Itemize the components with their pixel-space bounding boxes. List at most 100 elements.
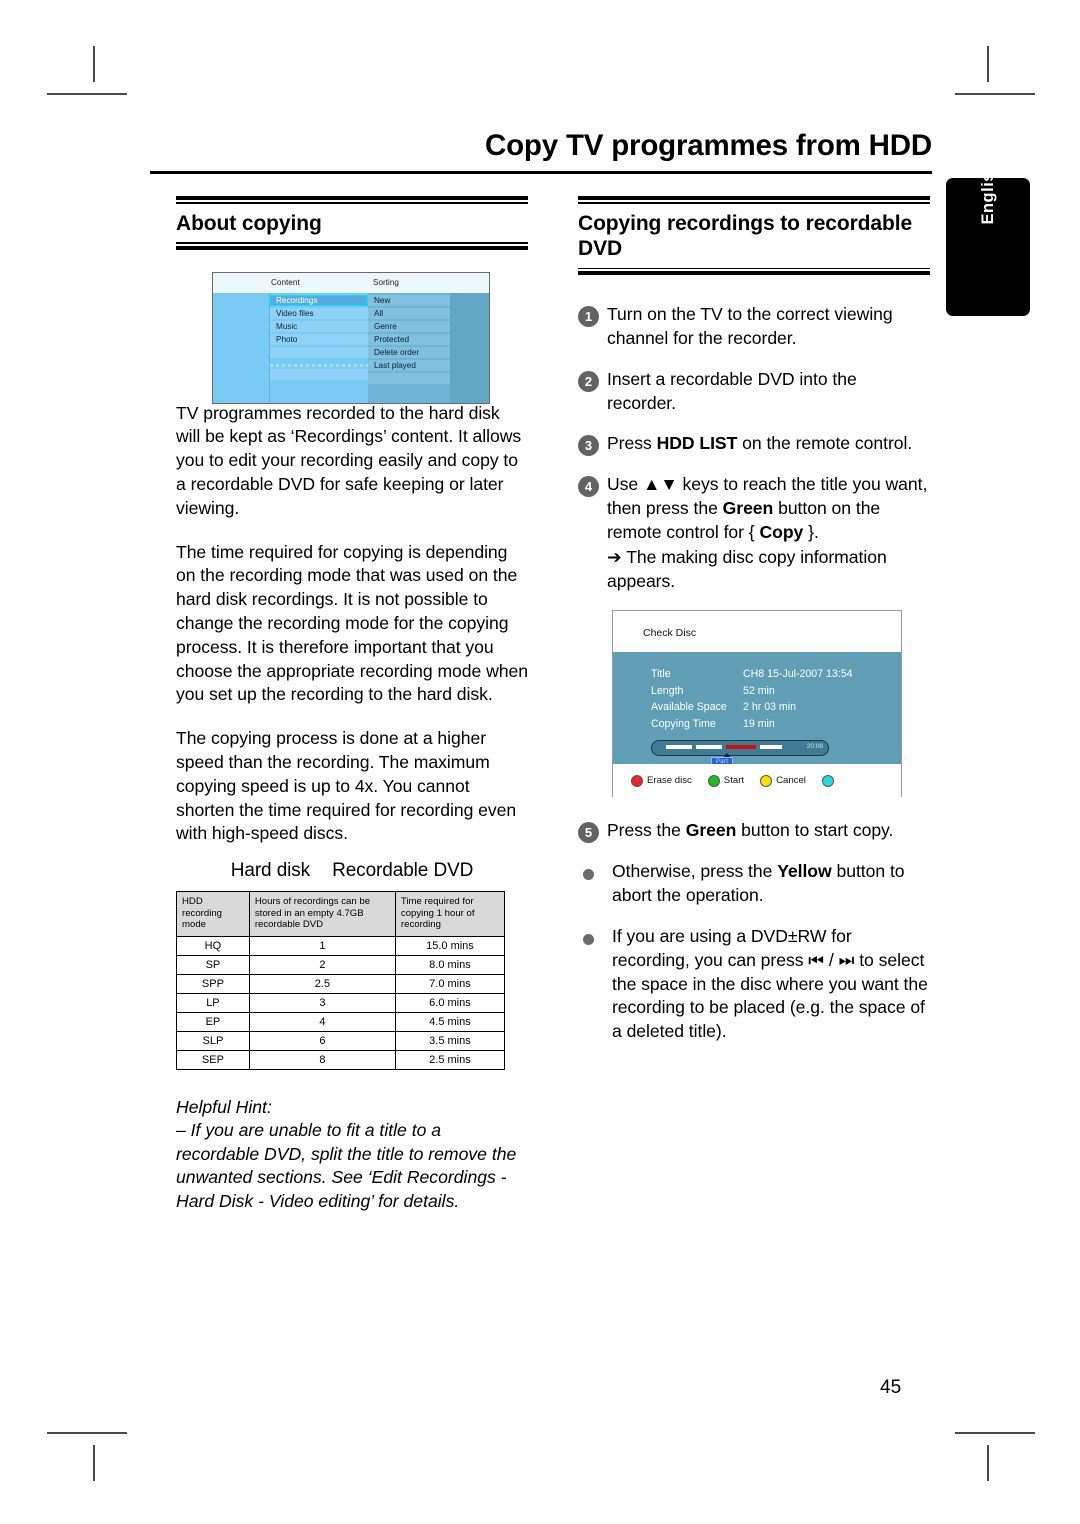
header-rule xyxy=(150,171,932,174)
crop-mark-bottom-left-horizontal xyxy=(47,1432,127,1434)
cell-mode: SP xyxy=(176,954,250,975)
section-title-copying-recordings: Copying recordings to recordable DVD xyxy=(578,211,913,261)
cell-mode: EP xyxy=(176,1011,250,1032)
step-text: Press the Green button to start copy. xyxy=(607,819,893,843)
cell-time: 6.0 mins xyxy=(394,992,506,1013)
table-header-time: Time required for copying 1 hour of reco… xyxy=(394,891,506,937)
button-erase-disc[interactable]: Erase disc xyxy=(631,774,692,787)
crop-mark-top-left-vertical xyxy=(93,46,95,82)
page-number: 45 xyxy=(880,1377,902,1398)
step-5: 5 Press the Green button to start copy. xyxy=(578,819,930,844)
hint-line-2: recordable DVD, split the title to remov… xyxy=(176,1143,517,1164)
step-text-after: on the remote control. xyxy=(737,433,913,454)
sort-item-all[interactable]: All xyxy=(368,308,450,319)
cell-time: 2.5 mins xyxy=(394,1049,506,1070)
sort-item-new[interactable]: New xyxy=(368,295,450,306)
disc-space-bar-wrap: 20:08 Part xyxy=(651,740,829,768)
field-title: Title CH8 15-Jul-2007 13:54 xyxy=(651,666,901,683)
cyan-dot-icon xyxy=(821,774,834,787)
field-value: 19 min xyxy=(743,717,775,730)
crop-mark-top-right-vertical xyxy=(987,46,989,82)
table-row: SPP 2.5 7.0 mins xyxy=(176,973,506,994)
cell-hours: 4 xyxy=(248,1011,396,1032)
language-tab-label: English xyxy=(978,161,997,225)
step-number: 3 xyxy=(578,435,599,457)
field-label: Title xyxy=(651,668,671,681)
check-disc-title: Check Disc xyxy=(643,627,697,640)
cell-mode: SPP xyxy=(176,973,250,994)
hdd-menu-screenshot: Content Sorting Recordings Video files M… xyxy=(212,272,490,404)
cell-mode: SLP xyxy=(176,1030,250,1051)
cell-time: 15.0 mins xyxy=(394,935,506,956)
step-number: 5 xyxy=(578,822,599,844)
button-cancel[interactable]: Cancel xyxy=(760,774,806,787)
step-number: 1 xyxy=(578,306,599,328)
table-caption: Hard disk Recordable DVD xyxy=(176,860,528,882)
step-text: Use ▲▼ keys to reach the title you want,… xyxy=(607,473,930,593)
right-column: Copying recordings to recordable DVD 1 T… xyxy=(578,196,930,1061)
button-cyan[interactable] xyxy=(821,774,838,787)
table-row: SP 2 8.0 mins xyxy=(176,954,506,975)
button-start[interactable]: Start xyxy=(707,774,744,787)
table-row: EP 4 4.5 mins xyxy=(176,1011,506,1032)
cell-mode: SEP xyxy=(176,1049,250,1070)
section-rule-bottom-left xyxy=(176,242,528,250)
menu-item-photo[interactable]: Photo xyxy=(270,334,368,345)
cell-mode: HQ xyxy=(176,935,250,956)
cell-mode: LP xyxy=(176,992,250,1013)
red-dot-icon xyxy=(631,774,643,787)
button-label: Erase disc xyxy=(647,775,692,787)
field-label: Length xyxy=(651,684,684,697)
cell-hours: 1 xyxy=(248,935,396,956)
step-text-before: Press xyxy=(607,433,657,454)
disc-space-bar: 20:08 xyxy=(651,740,829,757)
cell-time: 8.0 mins xyxy=(394,954,506,975)
step-1: 1 Turn on the TV to the correct viewing … xyxy=(578,303,930,351)
crop-mark-top-right-horizontal xyxy=(955,93,1035,95)
cell-hours: 2.5 xyxy=(248,973,396,994)
hint-line-1: – If you are unable to fit a title to a xyxy=(176,1120,442,1141)
crop-mark-bottom-right-horizontal xyxy=(955,1432,1035,1434)
field-copying-time: Copying Time 19 min xyxy=(651,716,901,733)
sort-item-genre[interactable]: Genre xyxy=(368,321,450,332)
menu-item-recordings[interactable]: Recordings xyxy=(270,295,368,306)
menu-pane-left xyxy=(213,293,270,403)
sort-item-protected[interactable]: Protected xyxy=(368,334,450,345)
sort-item-last-played[interactable]: Last played xyxy=(368,360,450,371)
bullet-text: If you are using a DVD±RW for recording,… xyxy=(612,925,928,1042)
menu-column-header-content: Content xyxy=(271,278,300,287)
sort-item-empty xyxy=(368,373,450,384)
table-row: LP 3 6.0 mins xyxy=(176,992,506,1013)
sort-item-delete-order[interactable]: Delete order xyxy=(368,347,450,358)
menu-item-empty xyxy=(270,369,368,380)
step-text: Press HDD LIST on the remote control. xyxy=(607,432,912,456)
menu-column-header-sorting: Sorting xyxy=(373,278,399,287)
field-value: 2 hr 03 min xyxy=(743,701,796,714)
table-caption-left: Hard disk xyxy=(230,860,311,882)
step-text-c: }. xyxy=(803,522,819,542)
comparison-table: HDD recording mode Hours of recordings c… xyxy=(176,891,506,1070)
step-2: 2 Insert a recordable DVD into the recor… xyxy=(578,368,930,416)
step-key-green: Green xyxy=(685,820,737,841)
bullet-key-yellow: Yellow xyxy=(777,861,832,882)
check-disc-screenshot: Check Disc Title CH8 15-Jul-2007 13:54 L… xyxy=(612,610,902,798)
paragraph-1: TV programmes recorded to the hard disk … xyxy=(176,402,522,518)
section-rule-top-left xyxy=(176,196,528,204)
menu-item-video-files[interactable]: Video files xyxy=(270,308,368,319)
step-3: 3 Press HDD LIST on the remote control. xyxy=(578,432,930,457)
menu-screenshot-body: Recordings Video files Music Photo New A… xyxy=(213,293,489,403)
menu-item-music[interactable]: Music xyxy=(270,321,368,332)
check-disc-button-bar: Erase disc Start Cancel xyxy=(613,764,901,798)
disc-bar-time: 20:08 xyxy=(806,743,823,751)
table-caption-right: Recordable DVD xyxy=(332,860,474,882)
bullet-1: Otherwise, press the Yellow button to ab… xyxy=(578,860,930,908)
manual-page: Copy TV programmes from HDD English Abou… xyxy=(0,0,1080,1524)
field-value: CH8 15-Jul-2007 13:54 xyxy=(743,668,853,681)
field-length: Length 52 min xyxy=(651,683,901,700)
green-dot-icon xyxy=(707,774,720,787)
step-number: 2 xyxy=(578,370,599,392)
hint-line-4: Hard Disk - Video editing’ for details. xyxy=(176,1190,460,1211)
cell-time: 4.5 mins xyxy=(394,1011,506,1032)
hint-line-3: unwanted sections. See ‘Edit Recordings … xyxy=(176,1167,507,1188)
cell-hours: 2 xyxy=(248,954,396,975)
